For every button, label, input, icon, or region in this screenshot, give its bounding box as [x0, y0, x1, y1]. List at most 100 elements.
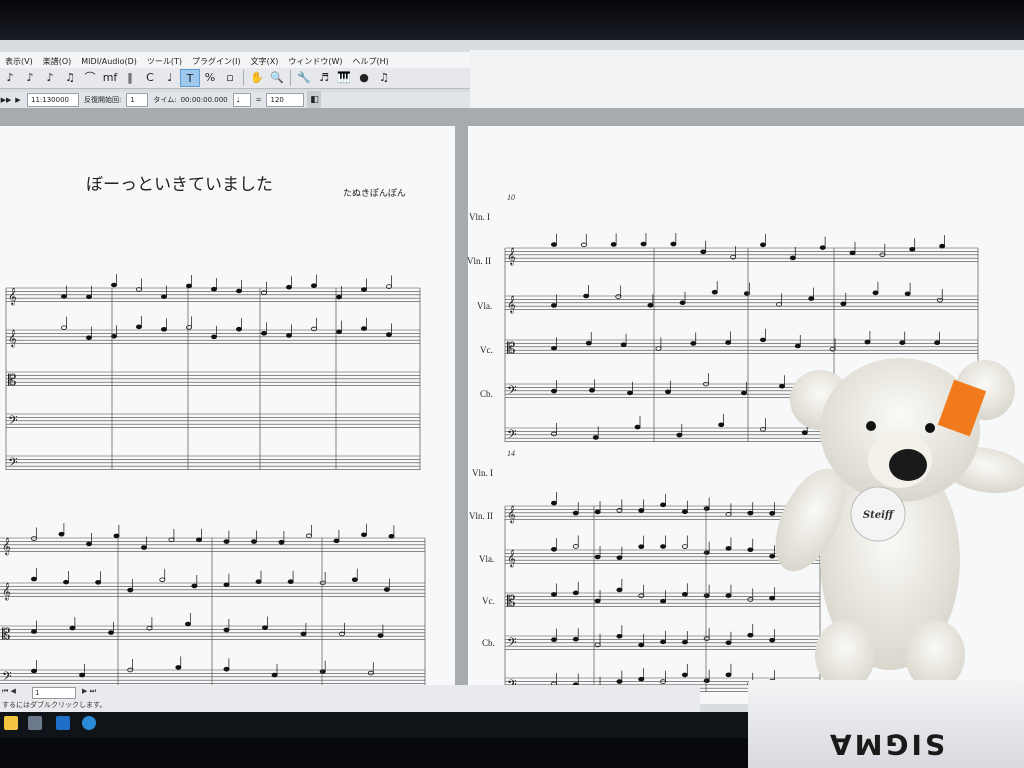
note-head[interactable]	[79, 672, 86, 678]
repeat-field[interactable]: 1	[126, 93, 149, 107]
note-head[interactable]	[30, 668, 37, 674]
note-head[interactable]	[885, 434, 892, 439]
eighth-note-icon[interactable]: ♪	[0, 69, 20, 87]
tempo-field[interactable]: 120	[266, 93, 305, 107]
note-head[interactable]	[620, 342, 627, 348]
page-icon[interactable]: ▫	[220, 69, 240, 87]
menu-help[interactable]: ヘルプ(H)	[348, 52, 394, 67]
note-head[interactable]	[594, 509, 601, 515]
note-head[interactable]	[725, 340, 732, 345]
note-head[interactable]	[111, 282, 118, 288]
note-head[interactable]	[594, 598, 601, 604]
note-head[interactable]	[175, 665, 182, 670]
note-head[interactable]	[819, 245, 826, 250]
note-head[interactable]	[159, 577, 166, 583]
note-head[interactable]	[679, 300, 686, 306]
note-head[interactable]	[592, 435, 599, 440]
note-head[interactable]	[741, 390, 748, 396]
note-head[interactable]	[30, 629, 37, 634]
note-head[interactable]	[551, 592, 558, 597]
note-head[interactable]	[95, 579, 102, 585]
page-field[interactable]: 1	[32, 687, 76, 699]
tempo-note-select[interactable]: ♩	[232, 93, 251, 107]
note-head[interactable]	[63, 579, 70, 585]
note-head[interactable]	[817, 385, 824, 390]
note-head[interactable]	[333, 538, 340, 544]
note-head[interactable]	[855, 383, 862, 389]
note-head[interactable]	[725, 672, 732, 678]
note-head[interactable]	[589, 388, 596, 393]
note-head[interactable]	[210, 286, 217, 292]
note-head[interactable]	[583, 293, 590, 299]
note-head[interactable]	[801, 430, 808, 435]
note-head[interactable]	[849, 250, 856, 256]
note-head[interactable]	[747, 510, 754, 516]
note-head[interactable]	[185, 283, 192, 289]
note-head[interactable]	[681, 672, 688, 678]
note-head[interactable]	[551, 500, 558, 506]
note-head[interactable]	[191, 583, 198, 589]
note-head[interactable]	[681, 592, 688, 597]
note-head[interactable]	[747, 632, 754, 638]
note-head[interactable]	[638, 508, 645, 513]
note-head[interactable]	[367, 670, 374, 676]
note-head[interactable]	[377, 633, 384, 638]
eighth-note-icon[interactable]: ♪	[20, 69, 40, 87]
note-head[interactable]	[725, 593, 732, 598]
first-page-icon[interactable]: ⏮ ◀	[2, 687, 16, 696]
note-head[interactable]	[184, 621, 191, 627]
note-head[interactable]	[61, 325, 68, 331]
note-head[interactable]	[769, 511, 776, 516]
note-head[interactable]	[30, 576, 37, 582]
note-head[interactable]	[747, 597, 754, 602]
note-head[interactable]	[305, 533, 312, 539]
position-field[interactable]: 11:130000	[27, 93, 79, 107]
note-head[interactable]	[360, 326, 367, 331]
note-head[interactable]	[638, 593, 645, 599]
menu-view[interactable]: 表示(V)	[0, 52, 38, 67]
note-head[interactable]	[769, 595, 776, 601]
note-head[interactable]	[385, 332, 392, 337]
note-head[interactable]	[223, 582, 230, 588]
text-icon[interactable]: T	[180, 69, 200, 87]
note-head[interactable]	[551, 637, 558, 642]
note-head[interactable]	[640, 241, 647, 247]
note-head[interactable]	[255, 579, 262, 585]
last-page-icon[interactable]: ▶ ⏭	[82, 687, 96, 696]
note-head[interactable]	[195, 537, 202, 543]
note-head[interactable]	[711, 289, 718, 295]
wrench-icon[interactable]: 🔧	[294, 69, 314, 87]
tuplet-icon[interactable]: ♫	[374, 69, 394, 87]
note-head[interactable]	[572, 544, 579, 549]
note-head[interactable]	[610, 242, 617, 247]
note-head[interactable]	[285, 284, 292, 290]
note-head[interactable]	[551, 242, 558, 247]
menu-window[interactable]: ウィンドウ(W)	[283, 52, 347, 67]
note-head[interactable]	[616, 555, 623, 560]
note-head[interactable]	[690, 341, 697, 346]
note-head[interactable]	[703, 550, 710, 555]
hand-icon[interactable]: ✋	[247, 69, 267, 87]
barline-icon[interactable]: ‖	[120, 69, 140, 87]
beamed-icon[interactable]: ♫	[60, 69, 80, 87]
note-head[interactable]	[681, 639, 688, 645]
note-head[interactable]	[638, 642, 645, 648]
note-head[interactable]	[931, 390, 938, 395]
note-head[interactable]	[383, 587, 390, 592]
note-head[interactable]	[551, 303, 558, 308]
note-head[interactable]	[789, 255, 796, 261]
dynamics-icon[interactable]: mf	[100, 69, 120, 87]
note-head[interactable]	[703, 506, 710, 511]
note-head[interactable]	[615, 294, 622, 299]
note-head[interactable]	[594, 554, 601, 560]
menu-text[interactable]: 文字(X)	[246, 52, 284, 67]
note-head[interactable]	[939, 243, 946, 249]
play-icon[interactable]: ▶▶	[0, 91, 12, 109]
note-head[interactable]	[864, 339, 871, 345]
note-head[interactable]	[278, 539, 285, 545]
menu-midi-audio[interactable]: MIDI/Audio(D)	[76, 53, 142, 66]
note-head[interactable]	[223, 627, 230, 633]
note-head[interactable]	[108, 630, 115, 635]
app-icon[interactable]	[28, 716, 42, 730]
zoom-icon[interactable]: 🔍	[267, 69, 287, 87]
